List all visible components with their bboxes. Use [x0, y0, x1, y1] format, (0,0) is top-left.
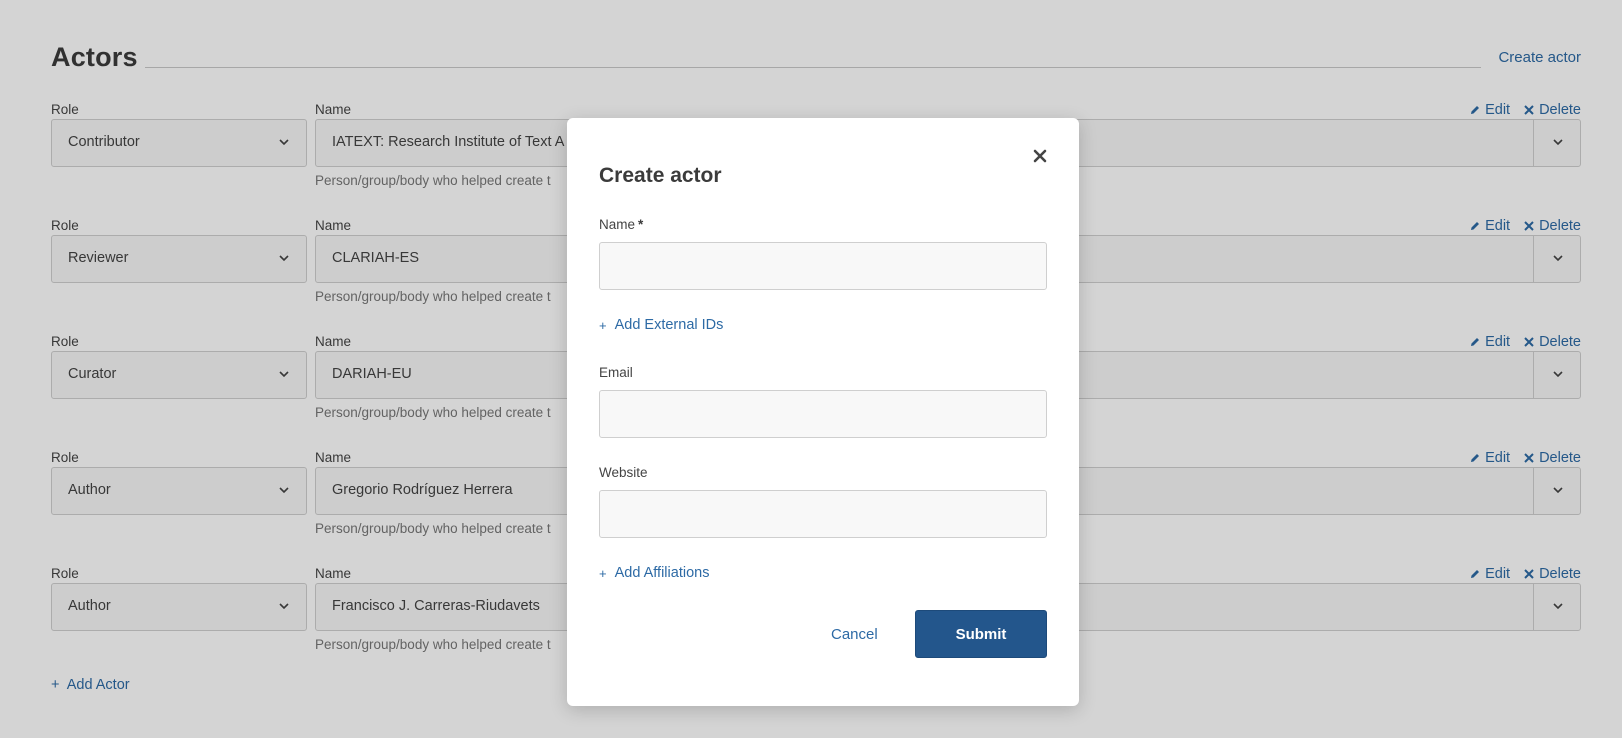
add-external-ids-label: Add External IDs: [614, 317, 724, 333]
plus-icon: +: [599, 565, 607, 581]
website-field-label: Website: [599, 465, 648, 480]
email-field-label: Email: [599, 365, 633, 380]
email-input[interactable]: [599, 390, 1047, 438]
name-field-label: Name *: [599, 217, 643, 232]
cancel-button[interactable]: Cancel: [831, 626, 878, 643]
required-mark: *: [638, 217, 644, 232]
add-affiliations-button[interactable]: + Add Affiliations: [599, 565, 709, 581]
submit-button[interactable]: Submit: [915, 610, 1047, 658]
create-actor-dialog: Create actor Name * + Add External IDs Em…: [567, 118, 1079, 706]
close-button[interactable]: [1029, 145, 1051, 167]
name-label-text: Name: [599, 217, 636, 232]
plus-icon: +: [599, 317, 607, 333]
add-external-ids-button[interactable]: + Add External IDs: [599, 317, 723, 333]
website-input[interactable]: [599, 490, 1047, 538]
add-affiliations-label: Add Affiliations: [614, 565, 710, 581]
dialog-title: Create actor: [599, 164, 722, 187]
name-input[interactable]: [599, 242, 1047, 290]
close-icon: [1033, 149, 1047, 163]
